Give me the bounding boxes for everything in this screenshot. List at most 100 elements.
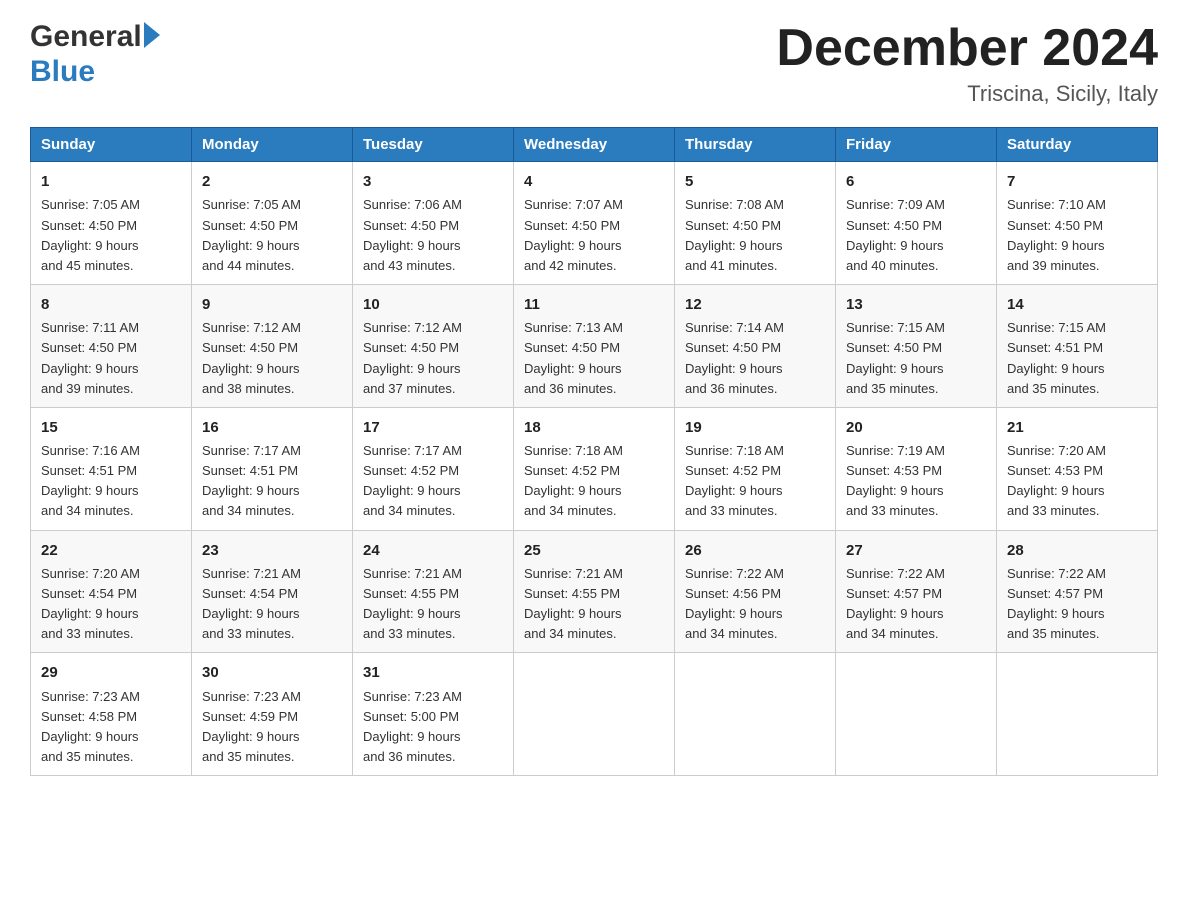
table-row: 20Sunrise: 7:19 AMSunset: 4:53 PMDayligh…	[836, 407, 997, 530]
table-row: 6Sunrise: 7:09 AMSunset: 4:50 PMDaylight…	[836, 162, 997, 285]
day-number: 18	[524, 416, 664, 439]
day-info: Sunrise: 7:06 AMSunset: 4:50 PMDaylight:…	[363, 195, 503, 276]
col-friday: Friday	[836, 128, 997, 162]
table-row: 8Sunrise: 7:11 AMSunset: 4:50 PMDaylight…	[31, 285, 192, 408]
day-info: Sunrise: 7:21 AMSunset: 4:54 PMDaylight:…	[202, 564, 342, 645]
day-number: 22	[41, 539, 181, 562]
day-number: 30	[202, 661, 342, 684]
day-number: 31	[363, 661, 503, 684]
table-row: 26Sunrise: 7:22 AMSunset: 4:56 PMDayligh…	[675, 530, 836, 653]
day-info: Sunrise: 7:20 AMSunset: 4:54 PMDaylight:…	[41, 564, 181, 645]
table-row: 12Sunrise: 7:14 AMSunset: 4:50 PMDayligh…	[675, 285, 836, 408]
table-row: 28Sunrise: 7:22 AMSunset: 4:57 PMDayligh…	[997, 530, 1158, 653]
table-row: 16Sunrise: 7:17 AMSunset: 4:51 PMDayligh…	[192, 407, 353, 530]
day-number: 20	[846, 416, 986, 439]
table-row: 14Sunrise: 7:15 AMSunset: 4:51 PMDayligh…	[997, 285, 1158, 408]
day-info: Sunrise: 7:17 AMSunset: 4:51 PMDaylight:…	[202, 441, 342, 522]
table-row: 22Sunrise: 7:20 AMSunset: 4:54 PMDayligh…	[31, 530, 192, 653]
table-row: 17Sunrise: 7:17 AMSunset: 4:52 PMDayligh…	[353, 407, 514, 530]
logo: General Blue	[30, 20, 162, 89]
day-info: Sunrise: 7:20 AMSunset: 4:53 PMDaylight:…	[1007, 441, 1147, 522]
day-number: 13	[846, 293, 986, 316]
location-subtitle: Triscina, Sicily, Italy	[776, 81, 1158, 107]
day-info: Sunrise: 7:18 AMSunset: 4:52 PMDaylight:…	[524, 441, 664, 522]
table-row: 27Sunrise: 7:22 AMSunset: 4:57 PMDayligh…	[836, 530, 997, 653]
table-row	[514, 653, 675, 776]
day-info: Sunrise: 7:16 AMSunset: 4:51 PMDaylight:…	[41, 441, 181, 522]
table-row: 31 Sunrise: 7:23 AMSunset: 5:00 PMDayligh…	[353, 653, 514, 776]
day-number: 29	[41, 661, 181, 684]
day-number: 28	[1007, 539, 1147, 562]
table-row: 24Sunrise: 7:21 AMSunset: 4:55 PMDayligh…	[353, 530, 514, 653]
calendar-week-row: 8Sunrise: 7:11 AMSunset: 4:50 PMDaylight…	[31, 285, 1158, 408]
day-info: Sunrise: 7:11 AMSunset: 4:50 PMDaylight:…	[41, 318, 181, 399]
day-info: Sunrise: 7:10 AMSunset: 4:50 PMDaylight:…	[1007, 195, 1147, 276]
day-number: 19	[685, 416, 825, 439]
col-tuesday: Tuesday	[353, 128, 514, 162]
day-number: 10	[363, 293, 503, 316]
day-info: Sunrise: 7:14 AMSunset: 4:50 PMDaylight:…	[685, 318, 825, 399]
day-info: Sunrise: 7:17 AMSunset: 4:52 PMDaylight:…	[363, 441, 503, 522]
table-row	[836, 653, 997, 776]
table-row	[997, 653, 1158, 776]
logo-chevron-icon	[144, 22, 160, 48]
day-info: Sunrise: 7:09 AMSunset: 4:50 PMDaylight:…	[846, 195, 986, 276]
day-number: 17	[363, 416, 503, 439]
day-number: 26	[685, 539, 825, 562]
day-info: Sunrise: 7:22 AMSunset: 4:57 PMDaylight:…	[846, 564, 986, 645]
title-block: December 2024 Triscina, Sicily, Italy	[776, 20, 1158, 107]
day-info: Sunrise: 7:19 AMSunset: 4:53 PMDaylight:…	[846, 441, 986, 522]
day-number: 3	[363, 170, 503, 193]
day-number: 16	[202, 416, 342, 439]
table-row: 3Sunrise: 7:06 AMSunset: 4:50 PMDaylight…	[353, 162, 514, 285]
month-year-title: December 2024	[776, 20, 1158, 77]
table-row: 25Sunrise: 7:21 AMSunset: 4:55 PMDayligh…	[514, 530, 675, 653]
day-number: 27	[846, 539, 986, 562]
day-number: 14	[1007, 293, 1147, 316]
day-info: Sunrise: 7:08 AMSunset: 4:50 PMDaylight:…	[685, 195, 825, 276]
table-row: 18Sunrise: 7:18 AMSunset: 4:52 PMDayligh…	[514, 407, 675, 530]
day-info: Sunrise: 7:15 AMSunset: 4:51 PMDaylight:…	[1007, 318, 1147, 399]
calendar-week-row: 1Sunrise: 7:05 AMSunset: 4:50 PMDaylight…	[31, 162, 1158, 285]
day-number: 23	[202, 539, 342, 562]
table-row: 1Sunrise: 7:05 AMSunset: 4:50 PMDaylight…	[31, 162, 192, 285]
table-row: 23Sunrise: 7:21 AMSunset: 4:54 PMDayligh…	[192, 530, 353, 653]
day-info: Sunrise: 7:12 AMSunset: 4:50 PMDaylight:…	[363, 318, 503, 399]
day-info: Sunrise: 7:12 AMSunset: 4:50 PMDaylight:…	[202, 318, 342, 399]
calendar-header-row: Sunday Monday Tuesday Wednesday Thursday…	[31, 128, 1158, 162]
day-info: Sunrise: 7:21 AMSunset: 4:55 PMDaylight:…	[363, 564, 503, 645]
day-number: 25	[524, 539, 664, 562]
table-row: 30 Sunrise: 7:23 AMSunset: 4:59 PMDayligh…	[192, 653, 353, 776]
day-number: 15	[41, 416, 181, 439]
day-number: 9	[202, 293, 342, 316]
calendar-table: Sunday Monday Tuesday Wednesday Thursday…	[30, 127, 1158, 776]
day-info: Sunrise: 7:23 AMSunset: 5:00 PMDaylight:…	[363, 687, 503, 768]
day-info: Sunrise: 7:05 AMSunset: 4:50 PMDaylight:…	[41, 195, 181, 276]
day-number: 21	[1007, 416, 1147, 439]
col-thursday: Thursday	[675, 128, 836, 162]
table-row: 13Sunrise: 7:15 AMSunset: 4:50 PMDayligh…	[836, 285, 997, 408]
day-info: Sunrise: 7:23 AMSunset: 4:59 PMDaylight:…	[202, 687, 342, 768]
day-info: Sunrise: 7:13 AMSunset: 4:50 PMDaylight:…	[524, 318, 664, 399]
day-number: 8	[41, 293, 181, 316]
col-saturday: Saturday	[997, 128, 1158, 162]
day-info: Sunrise: 7:21 AMSunset: 4:55 PMDaylight:…	[524, 564, 664, 645]
table-row: 19Sunrise: 7:18 AMSunset: 4:52 PMDayligh…	[675, 407, 836, 530]
logo-general-text: General	[30, 20, 142, 55]
day-info: Sunrise: 7:15 AMSunset: 4:50 PMDaylight:…	[846, 318, 986, 399]
logo-blue-text: Blue	[30, 55, 95, 90]
table-row: 5Sunrise: 7:08 AMSunset: 4:50 PMDaylight…	[675, 162, 836, 285]
day-number: 5	[685, 170, 825, 193]
day-number: 11	[524, 293, 664, 316]
table-row: 11Sunrise: 7:13 AMSunset: 4:50 PMDayligh…	[514, 285, 675, 408]
table-row: 4Sunrise: 7:07 AMSunset: 4:50 PMDaylight…	[514, 162, 675, 285]
day-info: Sunrise: 7:22 AMSunset: 4:57 PMDaylight:…	[1007, 564, 1147, 645]
table-row: 2Sunrise: 7:05 AMSunset: 4:50 PMDaylight…	[192, 162, 353, 285]
col-monday: Monday	[192, 128, 353, 162]
day-number: 2	[202, 170, 342, 193]
table-row	[675, 653, 836, 776]
page-header: General Blue December 2024 Triscina, Sic…	[30, 20, 1158, 107]
day-number: 4	[524, 170, 664, 193]
calendar-week-row: 15Sunrise: 7:16 AMSunset: 4:51 PMDayligh…	[31, 407, 1158, 530]
calendar-week-row: 22Sunrise: 7:20 AMSunset: 4:54 PMDayligh…	[31, 530, 1158, 653]
